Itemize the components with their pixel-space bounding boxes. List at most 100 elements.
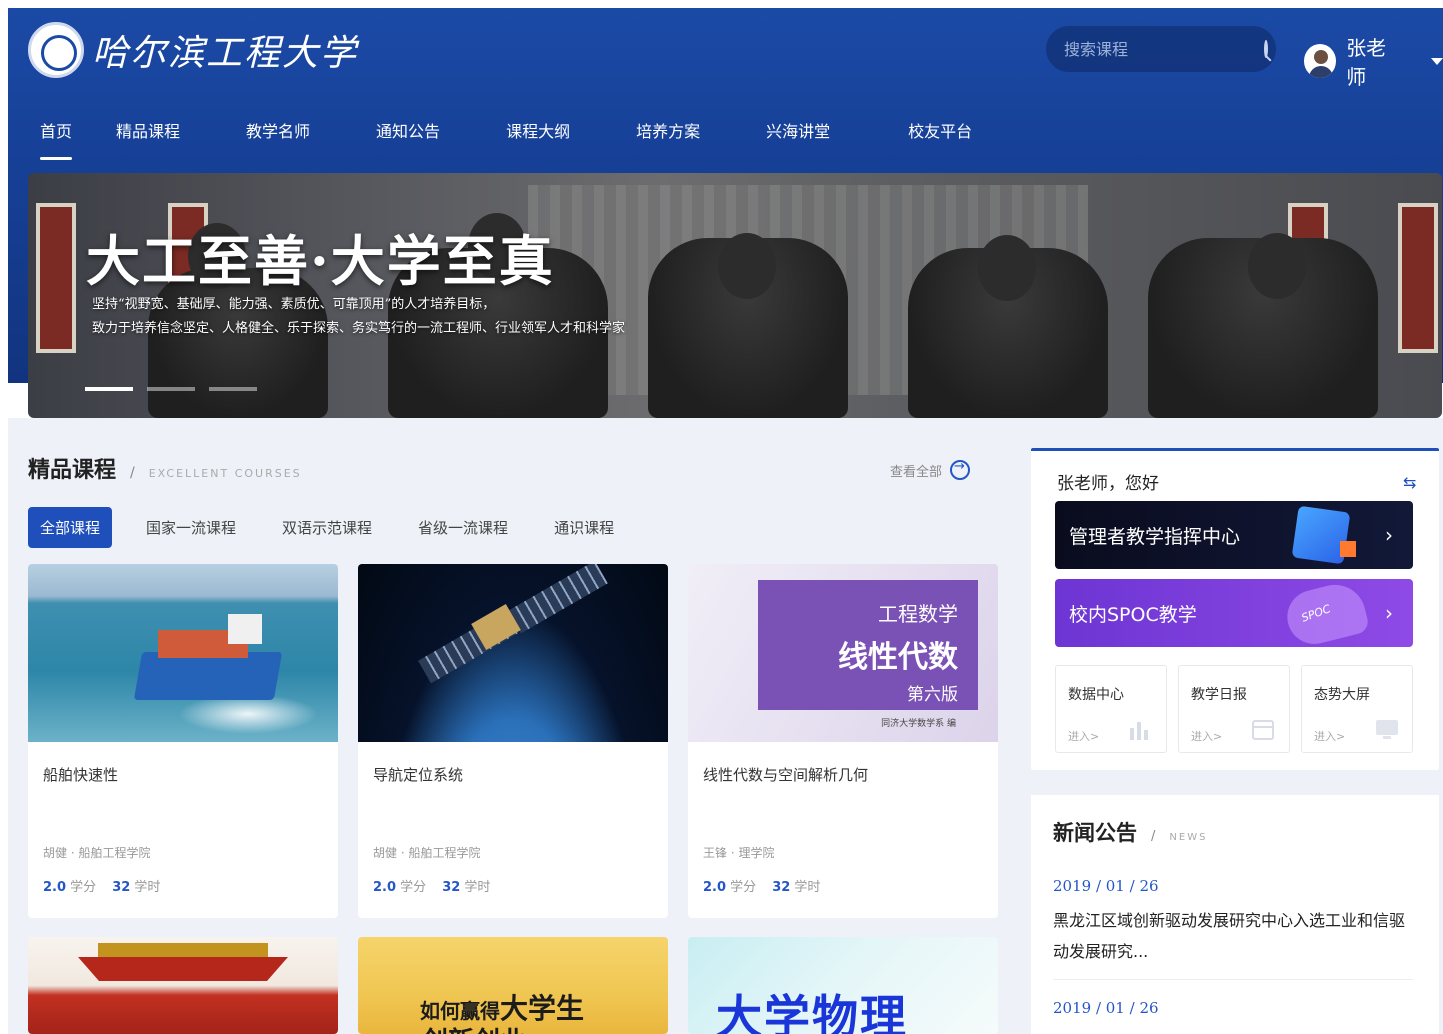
carousel-dot[interactable] bbox=[147, 387, 195, 391]
course-card[interactable]: 工程数学 线性代数 第六版 同济大学数学系 编 线性代数与空间解析几何 王锋 ·… bbox=[688, 564, 998, 918]
window-decoration bbox=[36, 203, 76, 353]
arrow-right-circle-icon[interactable] bbox=[950, 459, 971, 480]
course-title[interactable]: 导航定位系统 bbox=[373, 764, 463, 785]
divider bbox=[1053, 979, 1413, 980]
credits-value: 2.0 bbox=[43, 880, 67, 895]
nav-item-alumni[interactable]: 校友平台 bbox=[908, 118, 972, 160]
statue-head bbox=[1248, 233, 1306, 299]
search-icon[interactable] bbox=[1264, 40, 1268, 58]
command-center-button[interactable]: 管理者教学指挥中心 › bbox=[1055, 501, 1413, 569]
greeting: 张老师，您好 bbox=[1057, 474, 1159, 494]
course-author: 王锋 · 理学院 bbox=[703, 846, 775, 860]
credits-unit: 学分 bbox=[730, 880, 757, 895]
course-title[interactable]: 线性代数与空间解析几何 bbox=[703, 764, 868, 785]
nav-item-lecture-hall[interactable]: 兴海讲堂 bbox=[766, 118, 830, 160]
hero-banner[interactable]: 大工至善·大学至真 坚持“视野宽、基础厚、能力强、素质优、可靠顶用”的人才培养目… bbox=[28, 173, 1442, 418]
course-credits: 2.0 学分 bbox=[373, 876, 426, 895]
news-item-text[interactable]: 黑龙江区域创新驱动发展研究中心入选工业和信驱动发展研究... bbox=[1053, 905, 1413, 967]
course-card[interactable]: 大学物理 bbox=[688, 937, 998, 1034]
course-author: 胡健 · 船舶工程学院 bbox=[373, 846, 481, 860]
carousel-dots bbox=[85, 387, 257, 391]
tile-title[interactable]: 态势大屏 bbox=[1314, 684, 1370, 704]
data-center-tile[interactable]: 数据中心 进入> bbox=[1055, 665, 1167, 753]
nav-item-courses[interactable]: 精品课程 bbox=[116, 118, 180, 160]
filter-all[interactable]: 全部课程 bbox=[28, 507, 113, 548]
daily-report-tile[interactable]: 教学日报 进入> bbox=[1178, 665, 1290, 753]
tile-enter-link[interactable]: 进入> bbox=[1068, 728, 1099, 744]
university-logo[interactable]: 哈尔滨工程大学 bbox=[28, 22, 358, 78]
filter-general[interactable]: 通识课程 bbox=[542, 507, 626, 548]
spoc-button[interactable]: 校内SPOC教学 SPOC › bbox=[1055, 578, 1413, 650]
window-decoration bbox=[1398, 203, 1438, 353]
search-input[interactable] bbox=[1064, 39, 1264, 59]
tile-enter-link[interactable]: 进入> bbox=[1191, 728, 1222, 744]
cover-publisher: 同济大学数学系 编 bbox=[881, 719, 956, 729]
course-credits: 2.0 学分 bbox=[703, 876, 756, 895]
section-subtitle: EXCELLENT COURSES bbox=[148, 467, 302, 480]
tile-title[interactable]: 数据中心 bbox=[1068, 684, 1124, 704]
nav-item-notices[interactable]: 通知公告 bbox=[376, 118, 440, 160]
view-all-label[interactable]: 查看全部 bbox=[890, 461, 942, 480]
chevron-right-icon[interactable]: › bbox=[1385, 601, 1393, 625]
course-credits: 2.0 学分 bbox=[43, 876, 96, 895]
course-cover-image[interactable] bbox=[28, 937, 338, 1034]
cover-text-part: 如何赢得 bbox=[420, 999, 500, 1023]
tile-title[interactable]: 教学日报 bbox=[1191, 684, 1247, 704]
course-cover-image[interactable]: 大学物理 bbox=[688, 937, 998, 1034]
section-title: 精品课程 bbox=[28, 458, 117, 483]
course-cover-image[interactable]: 工程数学 线性代数 第六版 同济大学数学系 编 bbox=[688, 564, 998, 742]
swap-icon[interactable]: ⇆ bbox=[1403, 473, 1416, 492]
ship-cabin bbox=[228, 614, 262, 644]
course-title[interactable]: 船舶快速性 bbox=[43, 764, 118, 785]
course-meta: 2.0 学分 32 学时 bbox=[43, 876, 160, 895]
satellite-panel bbox=[508, 564, 608, 634]
filter-bilingual[interactable]: 双语示范课程 bbox=[270, 507, 384, 548]
hours-unit: 学时 bbox=[464, 880, 491, 895]
chevron-right-icon[interactable]: › bbox=[1385, 523, 1393, 547]
credits-value: 2.0 bbox=[373, 880, 397, 895]
calendar-icon bbox=[1252, 720, 1274, 740]
chevron-down-icon[interactable] bbox=[1431, 57, 1443, 65]
credits-value: 2.0 bbox=[703, 880, 727, 895]
cover-series: 工程数学 bbox=[878, 602, 958, 626]
credits-unit: 学分 bbox=[400, 880, 427, 895]
course-hours: 32 学时 bbox=[112, 876, 160, 895]
command-center-label[interactable]: 管理者教学指挥中心 bbox=[1069, 522, 1240, 549]
carousel-dot[interactable] bbox=[85, 387, 133, 391]
banner-title: 大工至善·大学至真 bbox=[86, 229, 555, 293]
filter-national[interactable]: 国家一流课程 bbox=[134, 507, 248, 548]
dashboard-screen-tile[interactable]: 态势大屏 进入> bbox=[1301, 665, 1413, 753]
news-panel: 新闻公告 / NEWS 2019 / 01 / 26 黑龙江区域创新驱动发展研究… bbox=[1031, 795, 1439, 1034]
course-author: 胡健 · 船舶工程学院 bbox=[43, 846, 151, 860]
nav-item-syllabus[interactable]: 课程大纲 bbox=[506, 118, 570, 160]
course-card[interactable]: 船舶快速性 胡健 · 船舶工程学院 2.0 学分 32 学时 bbox=[28, 564, 338, 918]
course-cover-image[interactable]: 如何赢得大学生 创新创业 bbox=[358, 937, 668, 1034]
user-menu[interactable]: 张老师 bbox=[1304, 32, 1443, 90]
section-separator: / bbox=[1151, 829, 1156, 844]
banner-subtitle-line2: 致力于培养信念坚定、人格健全、乐于探索、务实笃行的一流工程师、行业领军人才和科学… bbox=[92, 321, 626, 336]
course-card[interactable] bbox=[28, 937, 338, 1034]
monitor-icon bbox=[1376, 720, 1398, 739]
spoc-label[interactable]: 校内SPOC教学 bbox=[1069, 600, 1197, 627]
tile-enter-link[interactable]: 进入> bbox=[1314, 728, 1345, 744]
news-section-title: 新闻公告 / NEWS bbox=[1053, 817, 1207, 847]
carousel-dot[interactable] bbox=[209, 387, 257, 391]
course-hours: 32 学时 bbox=[772, 876, 820, 895]
nav-item-home[interactable]: 首页 bbox=[40, 118, 73, 160]
search-box[interactable] bbox=[1046, 26, 1276, 72]
filter-provincial[interactable]: 省级一流课程 bbox=[406, 507, 520, 548]
cover-text: 大学物理 bbox=[716, 990, 908, 1034]
section-subtitle: NEWS bbox=[1169, 832, 1208, 843]
course-cover-image[interactable] bbox=[358, 564, 668, 742]
nav-item-training-plan[interactable]: 培养方案 bbox=[636, 118, 700, 160]
statue-head bbox=[978, 235, 1036, 301]
course-meta: 2.0 学分 32 学时 bbox=[703, 876, 820, 895]
course-meta: 2.0 学分 32 学时 bbox=[373, 876, 490, 895]
nav-item-teachers[interactable]: 教学名师 bbox=[246, 118, 310, 160]
course-card[interactable]: 如何赢得大学生 创新创业 bbox=[358, 937, 668, 1034]
view-all-link[interactable]: 查看全部 bbox=[890, 459, 971, 480]
course-cover-image[interactable] bbox=[28, 564, 338, 742]
user-name[interactable]: 张老师 bbox=[1346, 32, 1403, 90]
course-card[interactable]: 导航定位系统 胡健 · 船舶工程学院 2.0 学分 32 学时 bbox=[358, 564, 668, 918]
avatar[interactable] bbox=[1304, 44, 1337, 78]
